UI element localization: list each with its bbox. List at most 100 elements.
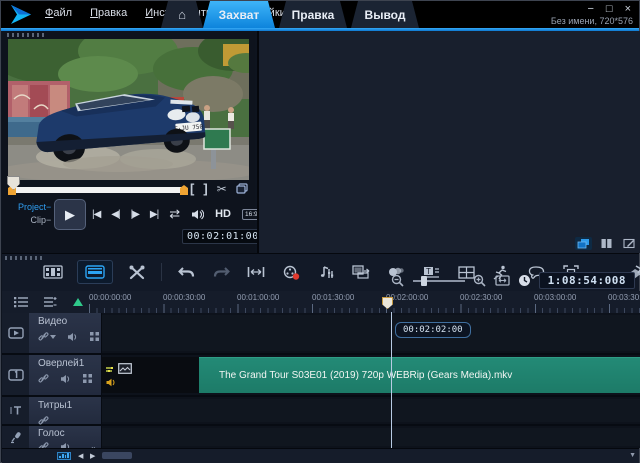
mark-in-button[interactable]: [ (190, 181, 194, 196)
tab-edit[interactable]: Правка (279, 1, 347, 28)
playhead-line[interactable] (391, 312, 392, 448)
menu-file[interactable]: Файл (45, 7, 72, 19)
ruler-label: 00:01:00:00 (237, 293, 279, 302)
fx-mosaic-icon[interactable] (89, 331, 100, 342)
overlay-track-header[interactable]: Оверлей1 (2, 355, 101, 395)
video-track-content[interactable] (102, 313, 640, 353)
overlay-track-content[interactable]: The Grand Tour S03E01 (2019) 720p WEBRip… (102, 355, 640, 395)
overlay-track-icon (2, 355, 29, 395)
clip-mode-label[interactable]: Clip− (18, 214, 51, 227)
redo-icon[interactable] (210, 261, 232, 283)
chevron-down-icon (50, 335, 56, 339)
timeline-ruler[interactable]: 00:00:00:00 00:00:30:00 00:01:00:00 00:0… (86, 291, 640, 313)
tools-icon[interactable] (126, 261, 148, 283)
step-forward-button[interactable]: |▶ (131, 209, 139, 220)
zoom-controls: 1:08:54:008 (391, 272, 635, 289)
link-icon[interactable] (38, 373, 49, 384)
ruler-label: 00:02:30:00 (460, 293, 502, 302)
storyboard-view-icon[interactable] (42, 261, 64, 283)
hd-preview-button[interactable]: HD (215, 208, 231, 220)
timeline-view-icon[interactable] (77, 260, 113, 284)
trim-track[interactable] (10, 187, 186, 193)
loop-button[interactable]: ⇄ (169, 206, 180, 222)
go-start-button[interactable]: |◀ (92, 209, 100, 220)
maximize-button[interactable]: □ (606, 3, 613, 15)
track-name: Оверлей1 (38, 358, 101, 369)
split-clip-button[interactable]: ✂ (217, 182, 227, 196)
video-track-icon (2, 313, 29, 353)
record-capture-icon[interactable] (280, 261, 302, 283)
project-mode-label[interactable]: Project− (18, 201, 51, 214)
link-icon[interactable] (38, 415, 49, 426)
workspace-tabs: ⌂ Захват Правка Вывод (161, 1, 419, 28)
zoom-in-icon[interactable] (473, 274, 487, 287)
title-track-header[interactable]: Титры1 (2, 397, 101, 424)
sound-mixer-icon[interactable] (315, 261, 337, 283)
trim-bar[interactable] (8, 184, 188, 196)
track-list-icon[interactable] (43, 296, 58, 308)
menu-edit[interactable]: Правка (90, 7, 127, 19)
voice-track-icon (2, 426, 29, 448)
zoom-slider-thumb[interactable] (421, 276, 427, 286)
fit-timeline-icon[interactable] (495, 275, 510, 286)
title-bar: Файл Правка Инструменты Настройки ⌂ Захв… (1, 1, 639, 28)
project-duration: 1:08:54:008 (539, 272, 635, 289)
track-voice: Голос ⌄ (2, 426, 640, 448)
minimize-button[interactable]: − (587, 3, 593, 15)
voice-track-content[interactable] (102, 426, 640, 448)
waveform-mini-icon[interactable] (57, 452, 71, 460)
preview-panel: F·JU 750 [ ] ✂ (2, 31, 255, 253)
track-manager-icon[interactable] (14, 296, 29, 308)
undo-icon[interactable] (175, 261, 197, 283)
volume-button[interactable] (191, 209, 204, 220)
scroll-right-button[interactable]: ▶ (90, 452, 95, 460)
playback-mode: Project− Clip− (18, 201, 51, 227)
title-track-icon (2, 397, 29, 424)
zoom-slider[interactable] (413, 280, 465, 282)
fx-mosaic-icon[interactable] (82, 373, 93, 384)
library-panel-button[interactable] (598, 237, 615, 250)
timeline-clip[interactable]: The Grand Tour S03E01 (2019) 720p WEBRip… (102, 357, 640, 393)
app-logo-icon (9, 4, 35, 25)
mute-icon[interactable] (60, 374, 71, 384)
play-button[interactable]: ▶ (54, 199, 86, 230)
tab-capture[interactable]: Захват (203, 1, 275, 28)
track-title: Титры1 (2, 397, 640, 424)
clip-body[interactable]: The Grand Tour S03E01 (2019) 720p WEBRip… (199, 357, 640, 393)
tab-share[interactable]: Вывод (351, 1, 419, 28)
timeline-toolbar: T (2, 253, 639, 292)
video-preview: F·JU 750 (8, 39, 249, 180)
project-duration-icon[interactable] (518, 274, 531, 287)
step-back-button[interactable]: ◀| (111, 209, 119, 220)
link-icon[interactable] (38, 331, 56, 342)
home-icon: ⌂ (178, 7, 186, 22)
trim-tools: [ ] ✂ (190, 181, 248, 196)
scrollbar-thumb[interactable] (102, 452, 132, 459)
dual-view-button[interactable] (575, 237, 592, 250)
edit-panel-button[interactable] (621, 237, 638, 250)
close-button[interactable]: × (625, 3, 631, 15)
track-video: Видео (2, 313, 640, 353)
play-icon: ▶ (65, 207, 75, 223)
grab-frame-button[interactable] (236, 183, 248, 194)
mute-icon[interactable] (67, 332, 78, 342)
mark-out-button[interactable]: ] (203, 181, 207, 196)
scroll-down-button[interactable]: ▼ (629, 452, 636, 459)
batch-convert-icon[interactable] (350, 261, 372, 283)
go-end-button[interactable]: ▶| (150, 209, 158, 220)
voice-track-header[interactable]: Голос ⌄ (2, 426, 101, 448)
clip-thumbnail (102, 357, 199, 393)
panel-grip-handle[interactable] (7, 33, 45, 37)
capture-panel (257, 31, 640, 253)
ruler-label: 00:00:00:00 (89, 293, 131, 302)
ruler-label: 00:03:30:00 (608, 293, 640, 302)
home-tab[interactable]: ⌂ (161, 1, 203, 28)
transport-controls: Project− Clip− ▶ |◀ ◀| |▶ ▶| ⇄ HD 16:9▼ … (6, 199, 252, 231)
zoom-out-icon[interactable] (391, 274, 405, 287)
video-track-header[interactable]: Видео (2, 313, 101, 353)
title-track-content[interactable] (102, 397, 640, 424)
toolbar-grip-handle[interactable] (5, 256, 43, 260)
panel-switch-bar (575, 237, 638, 250)
fit-project-icon[interactable] (245, 261, 267, 283)
scroll-left-button[interactable]: ◀ (78, 452, 83, 460)
